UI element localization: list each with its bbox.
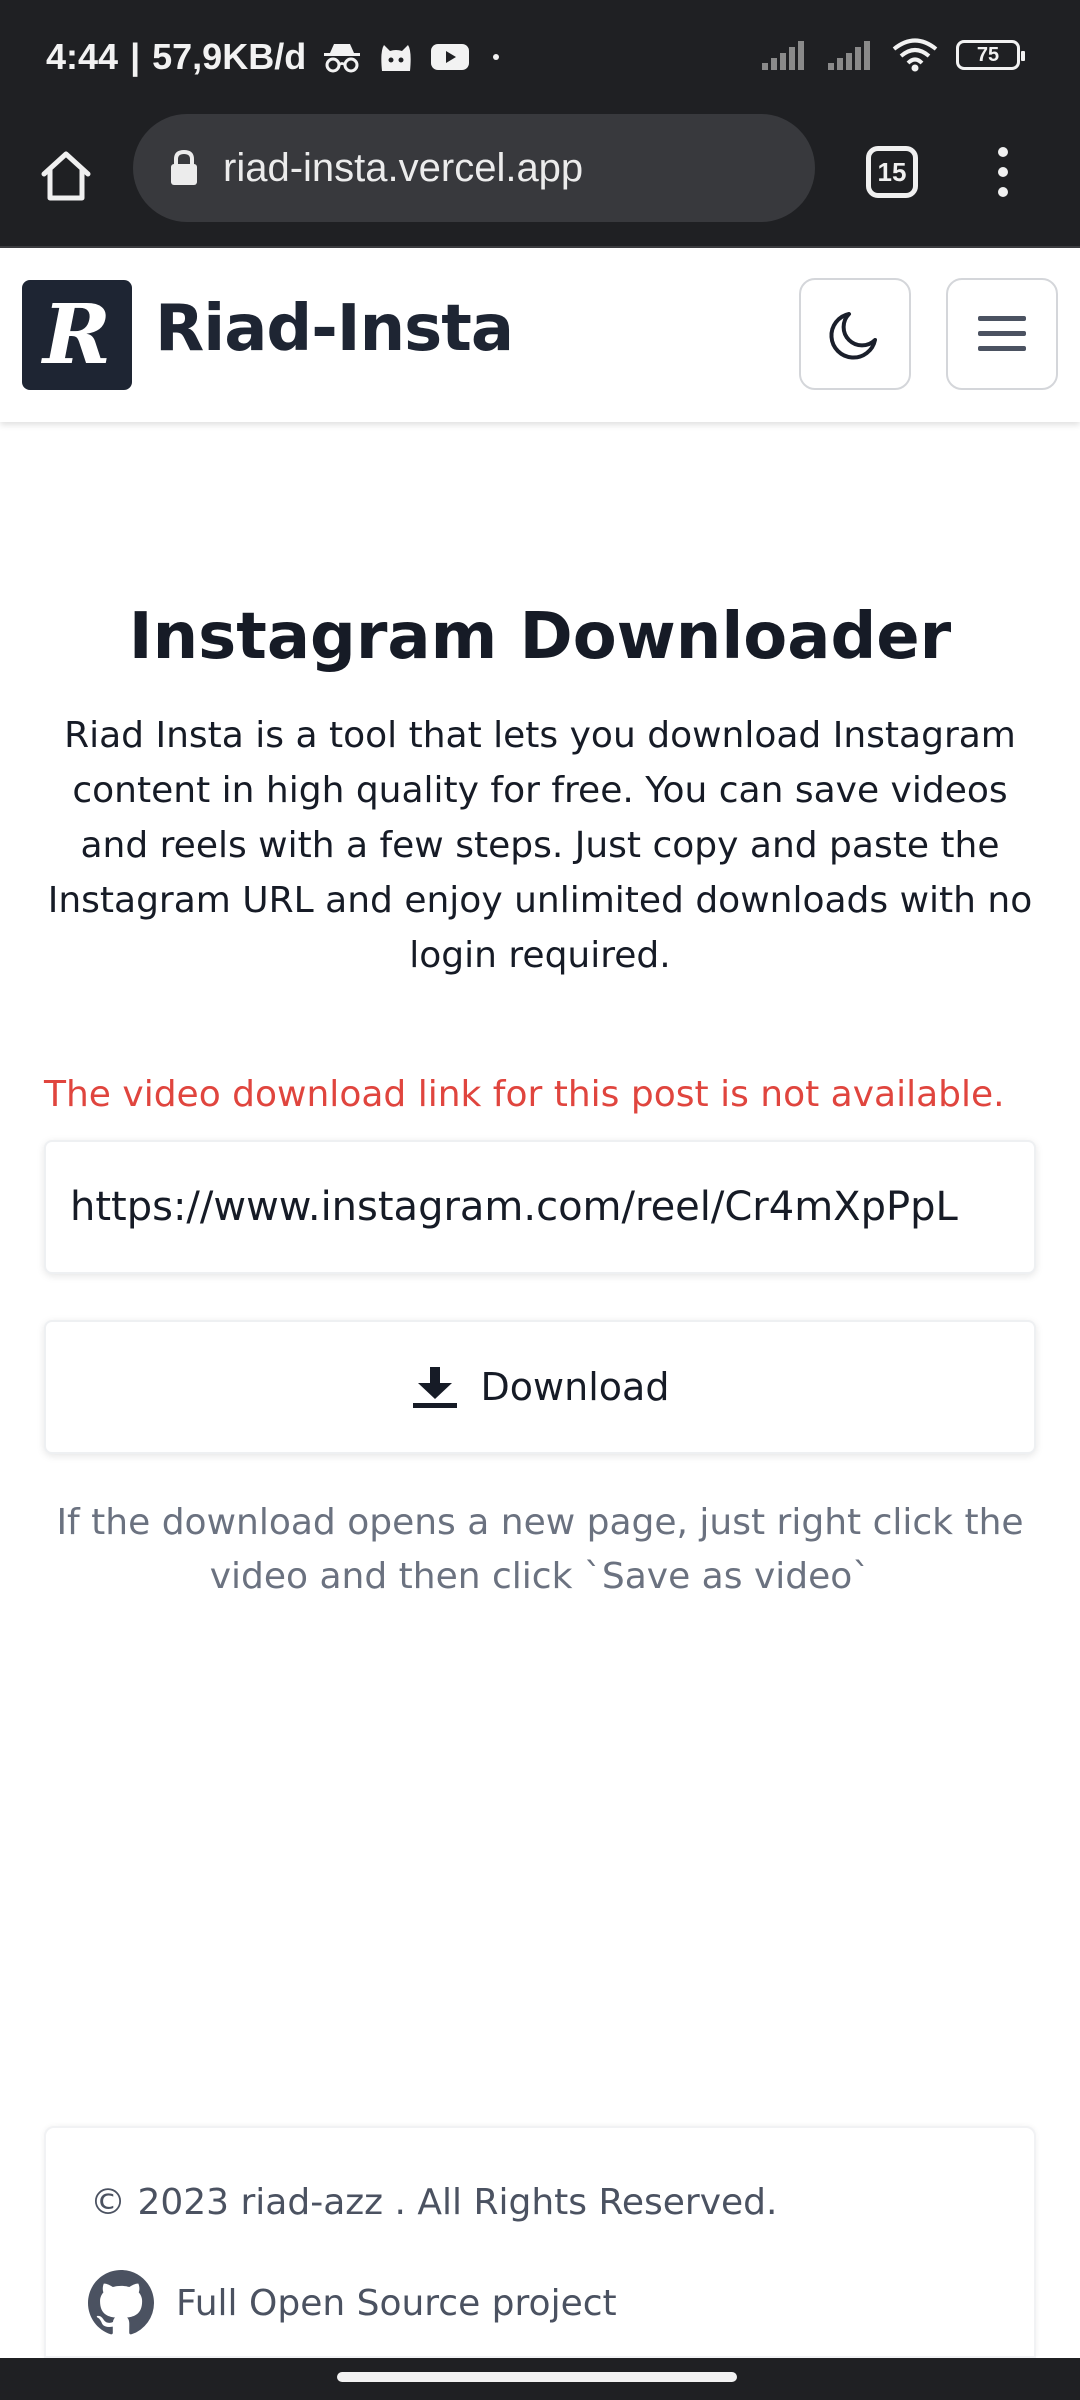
open-source-link[interactable]: Full Open Source project	[88, 2270, 617, 2336]
error-message: The video download link for this post is…	[44, 1074, 1005, 1115]
status-left: 4:44 | 57,9KB/d	[46, 36, 506, 78]
address-text: riad-insta.vercel.app	[223, 145, 584, 190]
footer: © 2023 riad-azz . All Rights Reserved. F…	[44, 2126, 1036, 2358]
incognito-icon	[324, 44, 361, 73]
status-separator: |	[130, 36, 141, 77]
status-notification-icons	[322, 41, 506, 73]
browser-home-button[interactable]	[30, 140, 102, 212]
download-button-label: Download	[480, 1365, 670, 1409]
status-right: 75	[760, 38, 1025, 72]
lock-icon	[171, 149, 197, 185]
home-indicator[interactable]	[337, 2372, 737, 2382]
download-icon	[412, 1367, 457, 1408]
tab-count: 15	[877, 156, 907, 187]
more-vert-icon	[998, 147, 1008, 197]
logo-letter: R	[42, 287, 112, 383]
browser-toolbar: riad-insta.vercel.app 15	[0, 112, 1080, 248]
signal-2-icon	[828, 41, 870, 70]
github-icon	[88, 2270, 154, 2335]
download-button[interactable]: Download	[44, 1320, 1036, 1454]
system-navigation-bar	[0, 2358, 1080, 2400]
signal-1-icon	[762, 41, 804, 70]
status-network-speed: 57,9KB/d	[152, 36, 307, 77]
site-header: R Riad-Insta	[0, 250, 1080, 422]
cat-icon	[381, 45, 411, 71]
status-time: 4:44	[46, 36, 119, 77]
home-icon	[41, 151, 91, 201]
copyright-text: © 2023 riad-azz . All Rights Reserved.	[90, 2182, 778, 2223]
open-source-label: Full Open Source project	[176, 2282, 617, 2324]
youtube-icon	[431, 44, 470, 70]
dot-icon	[493, 54, 500, 60]
status-bar: 4:44 | 57,9KB/d 75	[0, 0, 1080, 112]
instagram-url-input[interactable]	[44, 1140, 1036, 1274]
theme-toggle-button[interactable]	[799, 278, 911, 390]
address-bar[interactable]: riad-insta.vercel.app	[133, 114, 815, 222]
hamburger-icon	[978, 316, 1026, 351]
page-title: Instagram Downloader	[128, 600, 952, 674]
brand-name[interactable]: Riad-Insta	[155, 292, 514, 366]
intro-text: Riad Insta is a tool that lets you downl…	[47, 715, 1033, 976]
site-logo[interactable]: R	[22, 280, 132, 390]
download-hint: If the download opens a new page, just r…	[56, 1502, 1024, 1597]
battery-indicator: 75	[956, 40, 1025, 70]
tab-switcher-button[interactable]: 15	[866, 146, 918, 198]
wifi-icon	[892, 38, 938, 72]
browser-menu-button[interactable]	[978, 132, 1028, 212]
hamburger-menu-button[interactable]	[946, 278, 1058, 390]
battery-level: 75	[976, 43, 1000, 66]
moon-icon	[829, 312, 877, 360]
